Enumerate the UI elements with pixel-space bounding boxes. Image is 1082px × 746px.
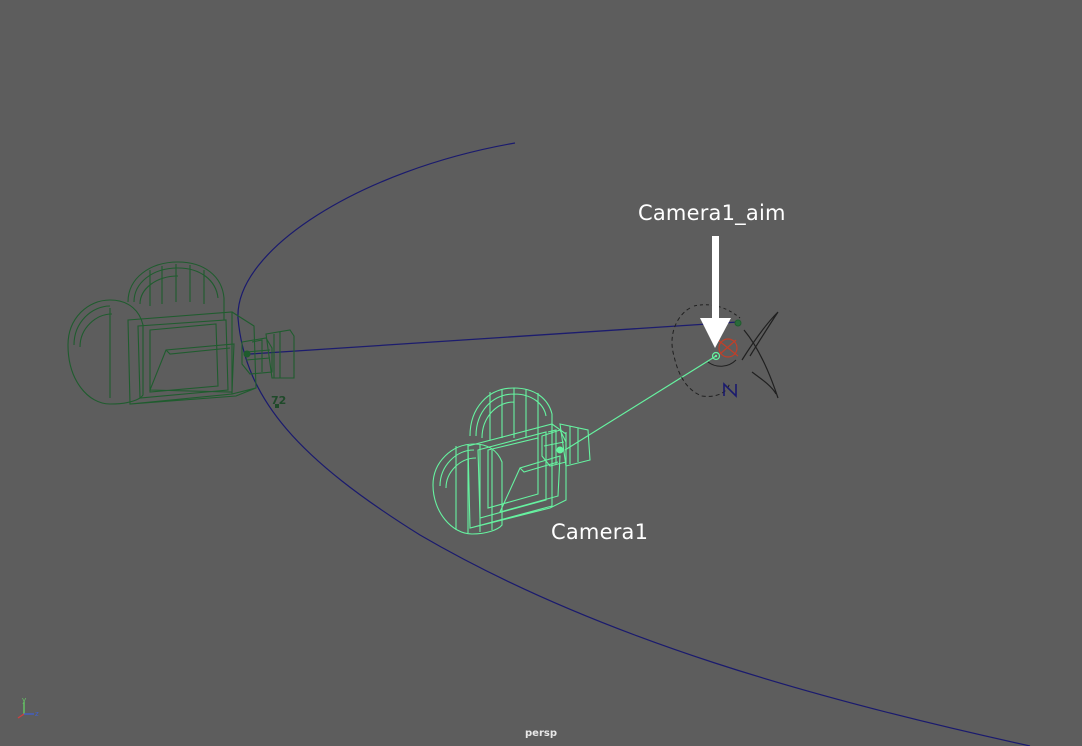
camera-aim-line-selected [564, 355, 717, 451]
aim-north-indicator [723, 382, 737, 398]
annotation-arrow-down-icon [700, 236, 731, 348]
film-reel-rear-rings [73, 305, 113, 398]
camera-viewfinder [499, 455, 561, 513]
camera-unselected[interactable] [67, 261, 295, 405]
viewport-camera-label: persp [525, 728, 557, 739]
camera-body-side [477, 431, 547, 519]
view-axis-indicator: y z [17, 696, 39, 719]
aim-sketch-cross [741, 311, 779, 399]
lens-pivot [243, 350, 251, 358]
aim-target-unselected [734, 319, 742, 327]
camera-selected[interactable] [432, 387, 591, 535]
film-reel-rear [67, 299, 144, 405]
film-reel-rear-rings [439, 444, 493, 533]
motion-path-curve[interactable] [237, 142, 1031, 746]
camera-aim-annotation-label: Camera1_aim [638, 201, 786, 225]
film-reel-front-rings [475, 388, 547, 440]
scene-canvas[interactable]: 72 [0, 0, 1082, 746]
frame-marker-label: 72 [271, 394, 286, 407]
axis-z-label: z [35, 710, 39, 718]
camera-annotation-label: Camera1 [551, 520, 649, 544]
aim-sketch-small [707, 359, 737, 367]
camera-aim-line-unselected [249, 321, 739, 355]
motion-path-frame-marker: 72 [271, 394, 286, 408]
aim-rotate-handle [717, 338, 739, 358]
lens-pivot [556, 446, 564, 454]
maya-perspective-viewport[interactable]: 72 Camera1_aim Camera1 y z persp [0, 0, 1082, 746]
camera-viewfinder [149, 343, 235, 393]
axis-y-label: y [22, 696, 26, 704]
